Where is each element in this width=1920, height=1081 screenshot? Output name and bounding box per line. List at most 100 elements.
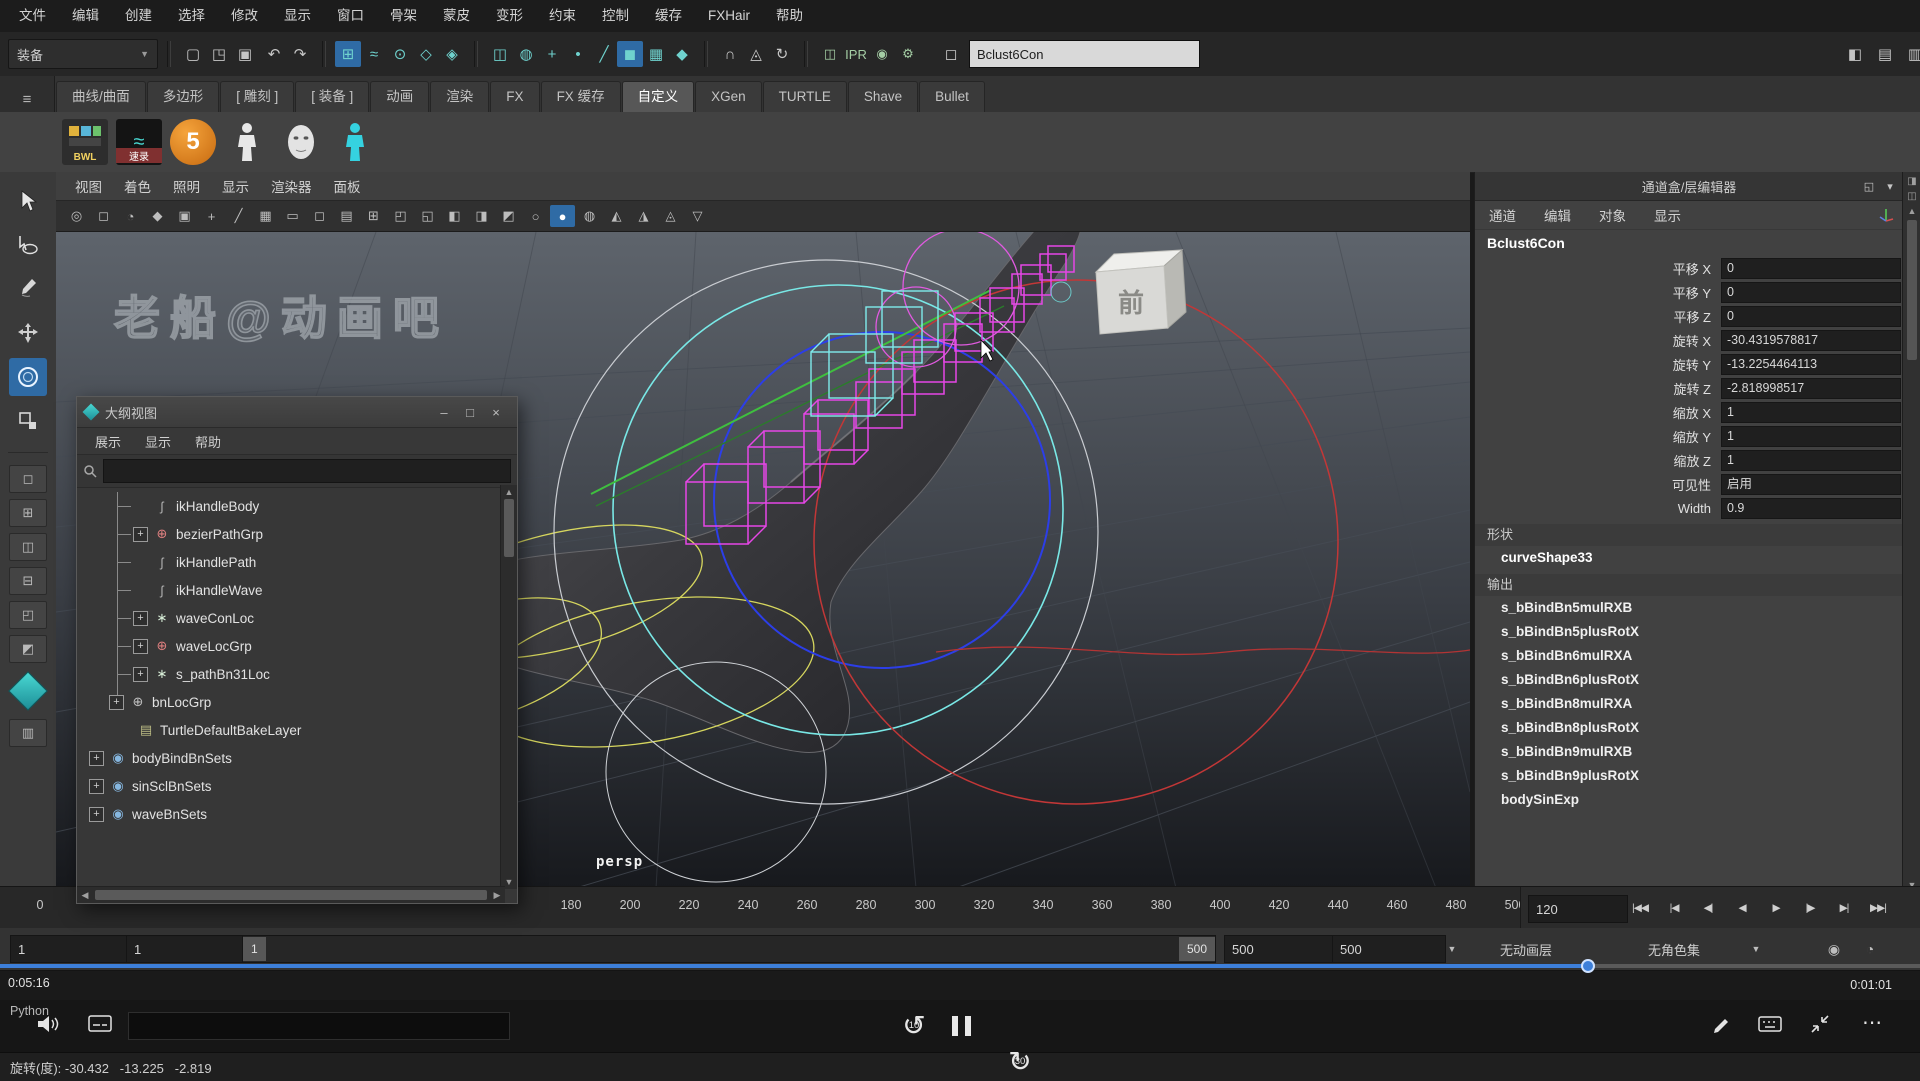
persp-uv-layout-button[interactable]: ◩ xyxy=(9,635,47,663)
shadows-icon[interactable]: ◮ xyxy=(631,205,656,227)
playback-end-field[interactable] xyxy=(1224,935,1338,963)
save-scene-icon[interactable]: ▣ xyxy=(232,41,258,67)
channel-box-menu-item[interactable]: 显示 xyxy=(1654,205,1681,225)
channel-value-field[interactable]: -13.2254464113 xyxy=(1721,354,1901,375)
shelf-tab[interactable]: [ 雕刻 ] xyxy=(220,81,294,112)
make-live-icon[interactable]: ◈ xyxy=(439,41,465,67)
shelf-item-character[interactable] xyxy=(224,119,270,165)
expand-toggle[interactable]: + xyxy=(133,611,148,626)
animation-start-field[interactable] xyxy=(10,935,132,963)
scrollbar-thumb[interactable] xyxy=(1907,220,1917,360)
menu-item[interactable]: 控制 xyxy=(589,0,642,32)
chevron-down-icon[interactable]: ▼ xyxy=(1440,937,1464,961)
shelf-tab[interactable]: Bullet xyxy=(919,81,985,112)
shelf-item-five[interactable]: 5 xyxy=(170,119,216,165)
shelf-tab[interactable]: 渲染 xyxy=(430,81,489,112)
step-forward-key-button[interactable]: |▶ xyxy=(1794,895,1826,921)
outliner-search-input[interactable] xyxy=(103,459,511,483)
redo-icon[interactable]: ↷ xyxy=(287,41,313,67)
channel-value-field[interactable]: 1 xyxy=(1721,426,1901,447)
expand-toggle[interactable]: + xyxy=(133,639,148,654)
safe-title-icon[interactable]: ◱ xyxy=(415,205,440,227)
scroll-up-arrow[interactable]: ▲ xyxy=(1906,206,1918,216)
persp-outliner-layout-button[interactable]: ◫ xyxy=(9,533,47,561)
animation-end-field[interactable] xyxy=(1332,935,1446,963)
video-seek-bar[interactable] xyxy=(0,964,1920,968)
resolution-gate-icon[interactable]: ◻ xyxy=(307,205,332,227)
channel-value-field[interactable]: 启用 xyxy=(1721,474,1901,495)
panel-menu-item[interactable]: 面板 xyxy=(323,176,372,196)
shelf-item-sulu[interactable]: ≈ 速录 xyxy=(116,119,162,165)
minimize-button[interactable]: – xyxy=(431,402,457,422)
channel-value-field[interactable]: 1 xyxy=(1721,450,1901,471)
channel-row[interactable]: 缩放 Z 1 xyxy=(1475,448,1903,472)
animation-preferences-icon[interactable]: ◔ xyxy=(1858,937,1882,961)
scale-tool-button[interactable] xyxy=(9,402,47,440)
output-node-name[interactable]: s_bBindBn8plusRotX xyxy=(1475,716,1903,740)
outliner-item[interactable]: + ◉ waveBnSets xyxy=(77,800,517,828)
construction-history-icon[interactable]: ↻ xyxy=(769,41,795,67)
soft-select-icon[interactable]: ◍ xyxy=(513,41,539,67)
rotate-tool-button[interactable] xyxy=(9,358,47,396)
face-mode-icon[interactable]: ◼ xyxy=(617,41,643,67)
film-gate-icon[interactable]: ▭ xyxy=(280,205,305,227)
grease-pencil-icon[interactable]: ╱ xyxy=(226,205,251,227)
shelf-tab[interactable]: 多边形 xyxy=(147,81,220,112)
outliner-menu-item[interactable]: 显示 xyxy=(133,432,183,451)
render-current-frame-icon[interactable]: ◉ xyxy=(869,41,895,67)
ipr-render-icon[interactable]: IPR xyxy=(843,41,869,67)
outliner-item[interactable]: + ʃ ikHandleBody xyxy=(77,492,517,520)
output-node-name[interactable]: s_bBindBn5mulRXB xyxy=(1475,596,1903,620)
volume-icon[interactable] xyxy=(36,1014,60,1034)
outliner-item[interactable]: + ∗ s_pathBn31Loc xyxy=(77,660,517,688)
character-set-selector[interactable]: 无角色集 xyxy=(1648,940,1700,959)
scroll-right-arrow[interactable]: ▶ xyxy=(491,890,503,901)
outliner-menu-item[interactable]: 帮助 xyxy=(183,432,233,451)
skip-forward-30-button[interactable]: ↻ 30 xyxy=(1002,1044,1038,1080)
playback-range-bar[interactable]: 1 500 xyxy=(242,935,1216,963)
range-end-handle[interactable]: 500 xyxy=(1179,937,1215,961)
menu-item[interactable]: 约束 xyxy=(536,0,589,32)
wireframe-icon[interactable]: ○ xyxy=(523,205,548,227)
panel-toggle-icon[interactable]: ◨ xyxy=(1907,176,1916,187)
anti-alias-icon[interactable]: ▽ xyxy=(685,205,710,227)
modeling-toolkit-toggle-icon[interactable]: ◧ xyxy=(1842,41,1868,67)
channel-row[interactable]: 平移 X 0 xyxy=(1475,256,1903,280)
expand-toggle[interactable]: + xyxy=(89,807,104,822)
outliner-item[interactable]: + ʃ ikHandleWave xyxy=(77,576,517,604)
render-view-icon[interactable]: ◫ xyxy=(817,41,843,67)
channel-box-menu-item[interactable]: 编辑 xyxy=(1544,205,1571,225)
outliner-item[interactable]: + ⊕ bnLocGrp xyxy=(77,688,517,716)
shaded-icon[interactable]: ● xyxy=(550,205,575,227)
shelf-tab[interactable]: TURTLE xyxy=(763,81,847,112)
play-forwards-button[interactable]: ▶ xyxy=(1760,895,1792,921)
output-node-name[interactable]: s_bBindBn8mulRXA xyxy=(1475,692,1903,716)
menu-item[interactable]: 蒙皮 xyxy=(430,0,483,32)
scrollbar-thumb[interactable] xyxy=(95,890,487,900)
menu-item[interactable]: 变形 xyxy=(483,0,536,32)
outliner-item[interactable]: + ⊕ bezierPathGrp xyxy=(77,520,517,548)
scroll-left-arrow[interactable]: ◀ xyxy=(79,890,91,901)
undo-icon[interactable]: ↶ xyxy=(261,41,287,67)
menu-item[interactable]: 窗口 xyxy=(324,0,377,32)
single-pane-layout-button[interactable]: ◻ xyxy=(9,465,47,493)
shelf-tab[interactable]: XGen xyxy=(695,81,762,112)
snap-to-curve-icon[interactable]: ≈ xyxy=(361,41,387,67)
scroll-up-arrow[interactable]: ▲ xyxy=(503,487,515,497)
lasso-tool-button[interactable] xyxy=(9,226,47,264)
channel-value-field[interactable]: 0.9 xyxy=(1721,498,1901,519)
frame-selection-icon[interactable]: ◨ xyxy=(469,205,494,227)
subtitle-icon[interactable] xyxy=(88,1015,112,1033)
channel-row[interactable]: 平移 Z 0 xyxy=(1475,304,1903,328)
command-line-input[interactable] xyxy=(128,1012,510,1040)
object-mode-icon[interactable]: ◆ xyxy=(669,41,695,67)
image-plane-icon[interactable]: ▣ xyxy=(172,205,197,227)
playback-start-field[interactable] xyxy=(126,935,248,963)
lock-camera-icon[interactable]: ◻ xyxy=(91,205,116,227)
uv-mode-icon[interactable]: ▦ xyxy=(643,41,669,67)
channel-row[interactable]: 旋转 X -30.4319578817 xyxy=(1475,328,1903,352)
attribute-editor-toggle-icon[interactable]: ▤ xyxy=(1872,41,1898,67)
output-node-name[interactable]: s_bBindBn9mulRXB xyxy=(1475,740,1903,764)
persp-graph-layout-button[interactable]: ⊟ xyxy=(9,567,47,595)
menu-set-selector[interactable]: 装备 ▼ xyxy=(8,39,158,69)
